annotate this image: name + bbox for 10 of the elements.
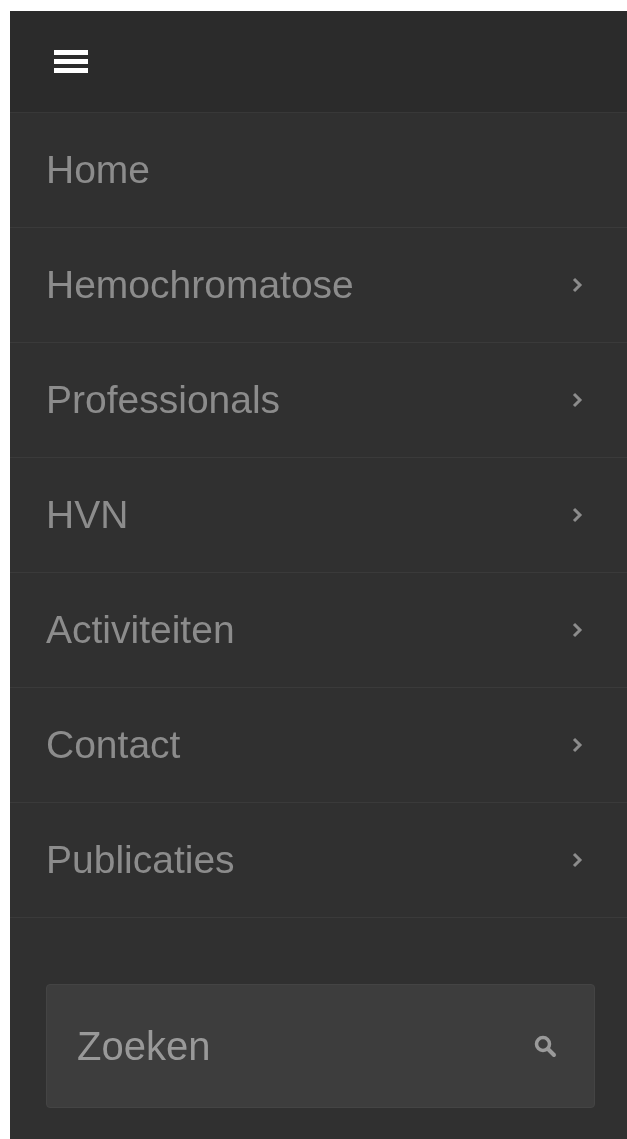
- search-icon[interactable]: [533, 1034, 557, 1058]
- menu-item[interactable]: Publicaties: [10, 803, 627, 918]
- menu-icon[interactable]: [54, 50, 88, 73]
- menu-item[interactable]: Activiteiten: [10, 573, 627, 688]
- menu-item[interactable]: Professionals: [10, 343, 627, 458]
- menu-item[interactable]: Hemochromatose: [10, 228, 627, 343]
- search-field[interactable]: Zoeken: [46, 984, 595, 1108]
- menu-item[interactable]: HVN: [10, 458, 627, 573]
- menu-item[interactable]: Home: [10, 113, 627, 228]
- menu-item[interactable]: Contact: [10, 688, 627, 803]
